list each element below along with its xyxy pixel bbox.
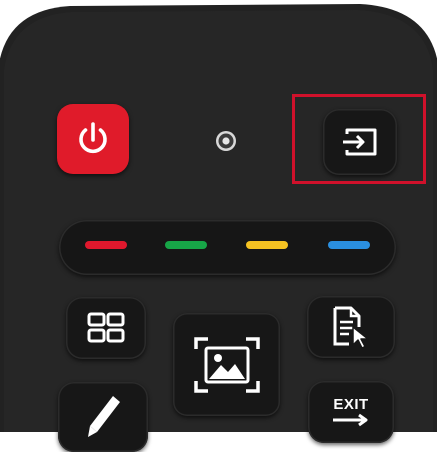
red-key[interactable] bbox=[85, 241, 127, 249]
windows-grid-icon bbox=[87, 312, 125, 343]
exit-button[interactable]: EXIT bbox=[308, 381, 394, 443]
power-button[interactable] bbox=[57, 104, 129, 174]
green-key[interactable] bbox=[165, 241, 207, 249]
exit-label: EXIT bbox=[333, 396, 369, 413]
picture-button[interactable] bbox=[173, 313, 280, 416]
document-cursor-icon bbox=[333, 306, 369, 349]
blue-key[interactable] bbox=[328, 241, 370, 249]
input-source-icon bbox=[343, 128, 377, 156]
document-button[interactable] bbox=[307, 296, 395, 358]
yellow-key[interactable] bbox=[246, 241, 288, 249]
power-icon bbox=[79, 122, 107, 154]
picture-icon bbox=[193, 336, 260, 393]
remote-control: EXIT bbox=[0, 0, 437, 452]
pen-icon bbox=[88, 396, 120, 437]
menu-button[interactable] bbox=[66, 297, 146, 359]
arrow-right-icon bbox=[333, 413, 368, 427]
led-indicator-icon bbox=[216, 131, 236, 151]
pen-button[interactable] bbox=[58, 382, 148, 452]
input-source-button[interactable] bbox=[323, 109, 397, 175]
